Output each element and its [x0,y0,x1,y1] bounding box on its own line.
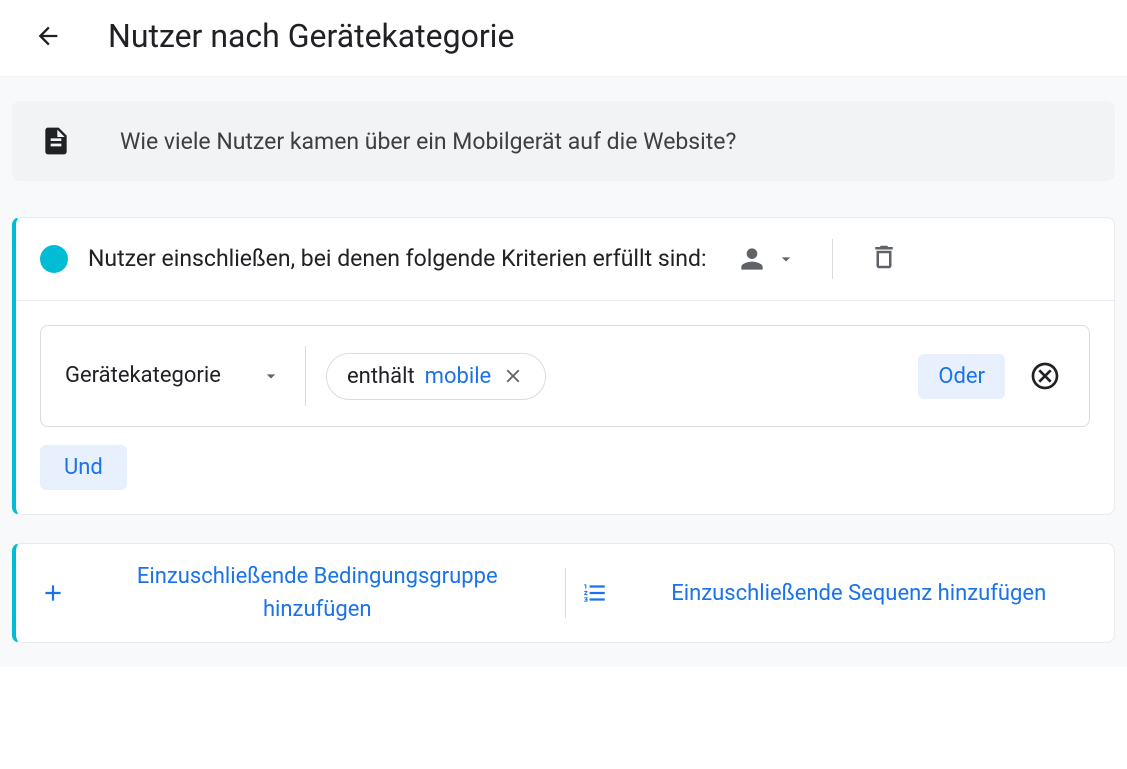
add-condition-group-label: Einzuschließende Bedingungsgruppe hinzuf… [86,560,549,626]
divider [565,568,566,618]
dimension-select[interactable]: Gerätekategorie [65,361,285,392]
arrow-back-icon [34,22,62,50]
document-icon [40,125,72,157]
condition-body: Gerätekategorie enthält mobile [16,301,1114,514]
add-actions-card: Einzuschließende Bedingungsgruppe hinzuf… [12,543,1115,643]
condition-header-actions [728,234,907,284]
add-sequence-button[interactable]: Einzuschließende Sequenz hinzufügen [582,577,1091,610]
content-area: Wie viele Nutzer kamen über ein Mobilger… [0,77,1127,667]
description-box: Wie viele Nutzer kamen über ein Mobilger… [12,101,1115,181]
close-circle-icon [1029,360,1061,392]
and-button[interactable]: Und [40,445,127,490]
condition-title: Nutzer einschließen, bei denen folgende … [88,242,728,277]
scope-dropdown[interactable] [728,235,804,283]
remove-row-button[interactable] [1025,356,1065,396]
close-icon [502,365,524,387]
trash-icon [869,242,899,272]
condition-card: Nutzer einschließen, bei denen folgende … [12,217,1115,515]
description-text: Wie viele Nutzer kamen über ein Mobilger… [120,128,736,155]
add-condition-group-button[interactable]: Einzuschließende Bedingungsgruppe hinzuf… [40,560,549,626]
delete-condition-button[interactable] [861,234,907,284]
condition-header: Nutzer einschließen, bei denen folgende … [16,218,1114,301]
filter-remove-button[interactable] [501,364,525,388]
filter-value: mobile [425,364,492,389]
chevron-down-icon [261,366,281,386]
filter-chip[interactable]: enthält mobile [326,353,546,400]
dimension-label: Gerätekategorie [65,361,221,392]
numbered-list-icon [582,580,608,606]
filter-operator: enthält [347,364,415,389]
add-sequence-label: Einzuschließende Sequenz hinzufügen [628,577,1091,610]
or-button[interactable]: Oder [918,354,1005,399]
plus-icon [40,580,66,606]
divider [832,239,833,279]
person-icon [736,243,768,275]
page-title: Nutzer nach Gerätekategorie [108,17,514,55]
condition-row: Gerätekategorie enthält mobile [40,325,1090,427]
divider [305,346,306,406]
header: Nutzer nach Gerätekategorie [0,0,1127,77]
chevron-down-icon [776,249,796,269]
back-button[interactable] [28,16,68,56]
include-indicator [40,245,68,273]
